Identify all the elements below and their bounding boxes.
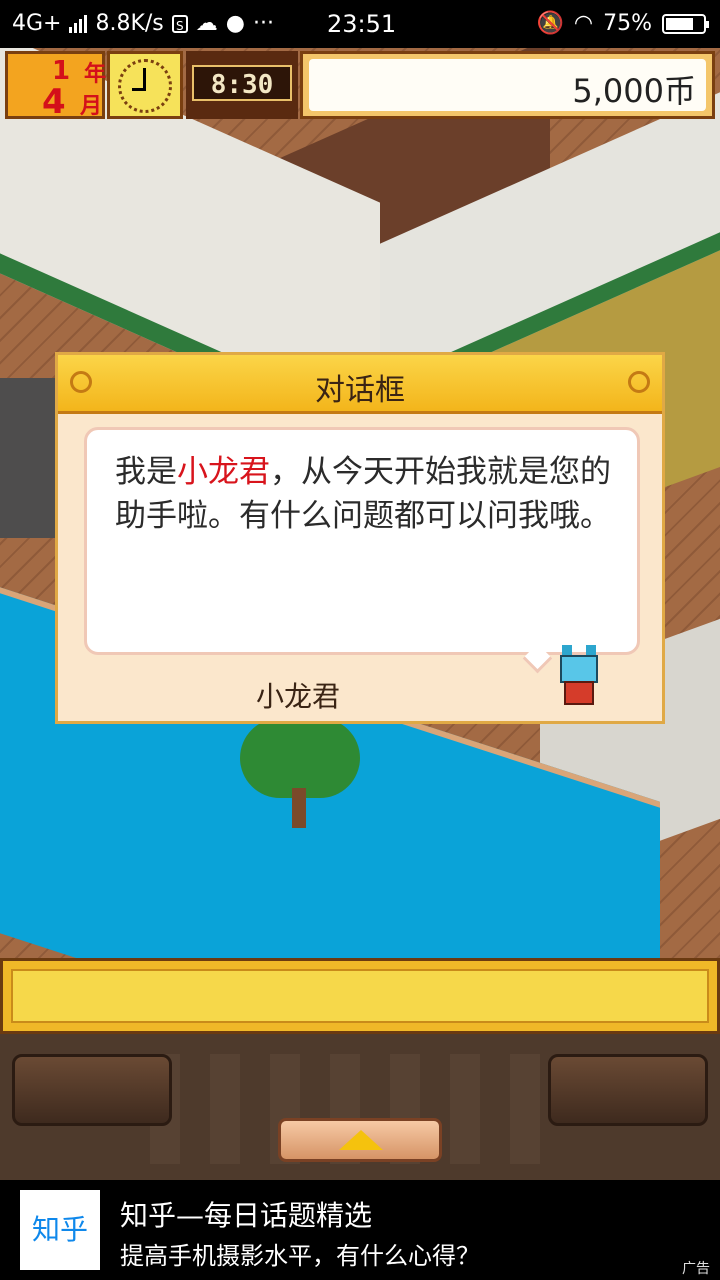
sim-icon: S (171, 14, 188, 33)
month-number: 4 (42, 82, 66, 122)
chat-icon: ● (225, 11, 245, 36)
wifi-icon: ◠ (573, 11, 594, 36)
network-type: 4G+ (12, 11, 62, 36)
battery-percent: 75% (603, 11, 652, 36)
bubble-tail (522, 643, 553, 674)
date-panel[interactable]: 1 年 4 月 (5, 51, 107, 122)
right-menu-button[interactable] (548, 1054, 708, 1126)
message-highlight: 小龙君 (177, 454, 270, 490)
clock-time: 23:51 (327, 10, 397, 38)
cloud-icon: ☁ (195, 11, 218, 36)
ad-tag: 广告 (682, 1261, 710, 1277)
left-menu-button[interactable] (12, 1054, 172, 1126)
signal-icon (69, 14, 88, 33)
bottom-menu (0, 1034, 720, 1180)
speech-bubble: 我是小龙君，从今天开始我就是您的助手啦。有什么问题都可以问我哦。 (84, 427, 640, 674)
arrow-up-icon (339, 1130, 383, 1150)
tree (240, 718, 360, 798)
top-hud: 1 年 4 月 8:30 5,000币 (0, 48, 720, 124)
dialog-box[interactable]: 对话框 我是小龙君，从今天开始我就是您的助手啦。有什么问题都可以问我哦。 小龙君 (55, 352, 665, 724)
dragon-character-icon (556, 645, 602, 709)
game-time: 8:30 (186, 51, 298, 119)
ad-title: 知乎—每日话题精选 (120, 1199, 373, 1232)
ad-banner[interactable]: 知乎 知乎—每日话题精选 提高手机摄影水平，有什么心得？ 广告 (0, 1180, 720, 1280)
dialog-title: 对话框 (315, 373, 405, 408)
ad-subtitle: 提高手机摄影水平，有什么心得？ (120, 1242, 480, 1270)
roof-structure (0, 378, 60, 538)
money-panel[interactable]: 5,000币 (300, 51, 715, 119)
network-speed: 8.8K/s (95, 11, 164, 36)
tree-trunk (292, 788, 306, 828)
battery-icon (662, 13, 709, 34)
game-time-value: 8:30 (192, 65, 292, 101)
dialog-header: 对话框 (58, 355, 662, 414)
ornament-icon (628, 371, 650, 393)
zhihu-logo: 知乎 (20, 1190, 100, 1270)
speaker-name: 小龙君 (256, 680, 341, 713)
expand-menu-button[interactable] (278, 1118, 442, 1162)
more-icon: ··· (252, 11, 274, 36)
message-strip (0, 958, 720, 1034)
money-value: 5,000币 (572, 72, 696, 110)
mute-icon: 🔕 (536, 11, 564, 36)
message-text: 我是 (115, 454, 177, 490)
month-unit: 月 (80, 94, 103, 119)
status-bar: 4G+ 8.8K/s S ☁ ● ··· 23:51 🔕 ◠ 75% (0, 0, 720, 48)
year-unit: 年 (84, 62, 107, 87)
clock-icon[interactable] (107, 51, 183, 119)
dialog-message: 我是小龙君，从今天开始我就是您的助手啦。有什么问题都可以问我哦。 (115, 450, 625, 538)
